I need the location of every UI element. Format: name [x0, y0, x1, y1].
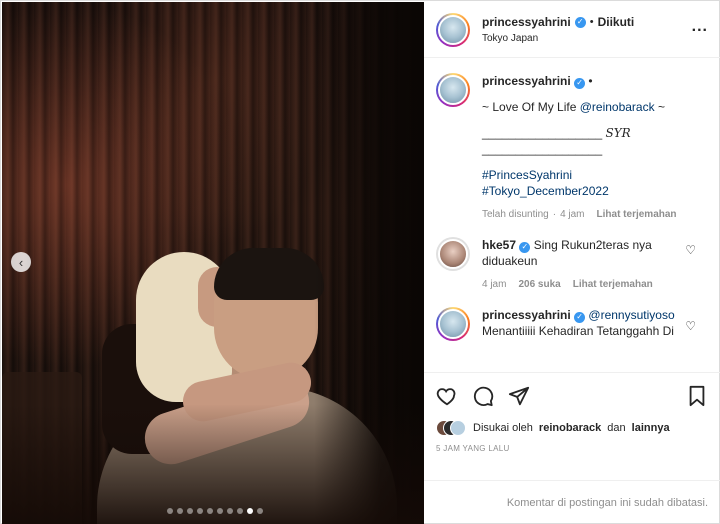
- commenter-username[interactable]: princessyahrini: [482, 308, 571, 322]
- man-hair: [214, 248, 324, 300]
- likes-conj: dan: [607, 422, 626, 434]
- carousel-dots: [167, 508, 263, 514]
- chevron-left-icon: ‹: [18, 254, 24, 270]
- comment-icon[interactable]: [472, 385, 494, 407]
- separator-dot: •: [589, 16, 594, 28]
- post-timestamp[interactable]: 5 JAM YANG LALU: [436, 444, 708, 453]
- comment-text: Menantiiiii Kehadiran Tetanggahh Di: [482, 324, 674, 338]
- photo-floor-shadow: [2, 404, 424, 524]
- post-photo: ‹: [2, 2, 424, 524]
- translate-button[interactable]: Lihat terjemahan: [573, 277, 653, 293]
- hashtag-link[interactable]: #PrincesSyahrini: [482, 167, 708, 183]
- mention-link[interactable]: @reinobarack: [580, 100, 655, 114]
- like-heart-icon[interactable]: [436, 385, 458, 407]
- commenter-avatar[interactable]: [436, 307, 470, 341]
- likes-prefix: Disukai oleh: [473, 422, 533, 434]
- caption-username[interactable]: princessyahrini: [482, 74, 571, 88]
- carousel-dot: [237, 508, 243, 514]
- post-dialog: ‹ princessyahrini ✓ • Diikuti Tokyo Japa…: [0, 0, 720, 524]
- caption-text: ~ Love Of My Life: [482, 100, 580, 114]
- comment-text: Sing Rukun2teras nya: [533, 238, 652, 252]
- carousel-dot: [207, 508, 213, 514]
- separator-dot: •: [588, 74, 593, 88]
- commenter-avatar[interactable]: [436, 237, 470, 271]
- verified-badge-icon: ✓: [574, 311, 586, 323]
- comments-disabled-text: Komentar di postingan ini sudah dibatasi…: [506, 496, 708, 509]
- post-location[interactable]: Tokyo Japan: [482, 33, 634, 44]
- post-side-panel: princessyahrini ✓ • Diikuti Tokyo Japan …: [424, 2, 720, 524]
- comment-like-heart-icon[interactable]: ♡: [685, 319, 696, 333]
- liker-avatars[interactable]: [436, 420, 466, 436]
- carousel-dot: [217, 508, 223, 514]
- likes-others-link[interactable]: lainnya: [632, 422, 670, 434]
- comment-like-heart-icon[interactable]: ♡: [685, 243, 696, 257]
- comment-likes[interactable]: 206 suka: [518, 277, 560, 293]
- carousel-dot: [187, 508, 193, 514]
- carousel-prev-button[interactable]: ‹: [11, 252, 31, 272]
- verified-badge-icon: ✓: [574, 16, 586, 28]
- carousel-dot: [177, 508, 183, 514]
- verified-badge-icon: ✓: [519, 241, 531, 253]
- bookmark-icon[interactable]: [686, 385, 708, 407]
- carousel-dot: [247, 508, 253, 514]
- translate-button[interactable]: Lihat terjemahan: [597, 207, 677, 223]
- likes-summary: Disukai oleh reinobarack dan lainnya: [436, 420, 708, 436]
- mention-link[interactable]: @rennysutiyoso: [588, 308, 674, 322]
- caption-age[interactable]: 4 jam: [560, 207, 584, 223]
- carousel-dot: [227, 508, 233, 514]
- separator-dot: ·: [552, 209, 557, 220]
- carousel-dot: [167, 508, 173, 514]
- comment-item: hke57 ✓ Sing Rukun2teras nya diduakeun 4…: [436, 237, 708, 293]
- hashtag-link[interactable]: #Tokyo_December2022: [482, 183, 708, 199]
- carousel-dot: [257, 508, 263, 514]
- liker-username[interactable]: reinobarack: [539, 422, 601, 434]
- more-options-icon[interactable]: ...: [692, 18, 708, 36]
- comment-item: princessyahrini ✓ @rennysutiyoso Menanti…: [436, 307, 708, 341]
- caption-rule: __________________: [482, 142, 603, 156]
- post-actions: Disukai oleh reinobarack dan lainnya 5 J…: [424, 372, 720, 453]
- comments-section: princessyahrini ✓ • ~ Love Of My Life @r…: [424, 59, 720, 372]
- comments-disabled-notice: Komentar di postingan ini sudah dibatasi…: [424, 480, 720, 524]
- share-icon[interactable]: [508, 385, 530, 407]
- post-caption: princessyahrini ✓ • ~ Love Of My Life @r…: [436, 73, 708, 223]
- caption-text: ~: [654, 100, 665, 114]
- verified-badge-icon: ✓: [574, 77, 586, 89]
- edited-label: Telah disunting: [482, 209, 549, 220]
- carousel-dot: [197, 508, 203, 514]
- caption-avatar[interactable]: [436, 73, 470, 107]
- post-header: princessyahrini ✓ • Diikuti Tokyo Japan …: [424, 2, 720, 58]
- caption-rule: __________________: [482, 126, 603, 140]
- author-avatar[interactable]: [436, 12, 470, 47]
- following-button[interactable]: Diikuti: [598, 15, 635, 29]
- author-username[interactable]: princessyahrini: [482, 15, 571, 29]
- comment-age[interactable]: 4 jam: [482, 277, 506, 293]
- comment-text: diduakeun: [482, 254, 538, 268]
- commenter-username[interactable]: hke57: [482, 238, 516, 252]
- caption-signature: SYR: [605, 126, 631, 140]
